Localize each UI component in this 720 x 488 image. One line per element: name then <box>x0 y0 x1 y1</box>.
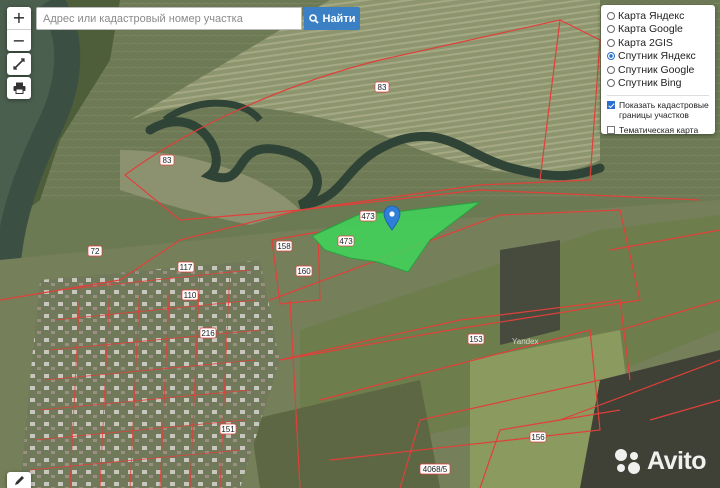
zoom-control: + − <box>7 7 31 51</box>
radio-button[interactable] <box>607 65 615 74</box>
layer-option-label: Карта 2GIS <box>618 36 673 49</box>
zoom-out-button[interactable]: − <box>7 29 31 51</box>
avito-logo: Avito <box>614 447 707 476</box>
layer-option-label: Спутник Яндекс <box>618 50 696 63</box>
village-area <box>20 260 280 488</box>
printer-icon <box>13 82 25 94</box>
avito-logo-text: Avito <box>647 447 707 475</box>
divider <box>607 95 709 96</box>
layer-switcher: Карта Яндекс Карта Google Карта 2GIS Спу… <box>601 5 715 135</box>
layer-option-yandex-map[interactable]: Карта Яндекс <box>607 9 709 23</box>
measure-button[interactable] <box>7 53 31 75</box>
search-button-label: Найти <box>322 12 356 25</box>
radio-button-selected[interactable] <box>607 52 615 61</box>
layer-option-label: Карта Google <box>618 23 683 36</box>
layer-option-google-map[interactable]: Карта Google <box>607 23 709 37</box>
zoom-in-button[interactable]: + <box>7 7 31 29</box>
layer-option-google-satellite[interactable]: Спутник Google <box>607 63 709 77</box>
overlay-option-thematic[interactable]: Тематическая карта <box>607 125 709 135</box>
avito-dots-icon <box>614 448 642 476</box>
layer-option-label: Карта Яндекс <box>618 9 685 22</box>
radio-button[interactable] <box>607 11 615 20</box>
layer-option-bing-satellite[interactable]: Спутник Bing <box>607 77 709 91</box>
pencil-icon <box>15 476 24 485</box>
overlay-option-label: Тематическая карта <box>619 125 699 135</box>
draw-button[interactable] <box>7 472 31 488</box>
radio-button[interactable] <box>607 79 615 88</box>
checkbox[interactable] <box>607 126 615 134</box>
search-bar: Найти <box>36 7 360 30</box>
dark-field <box>500 240 560 345</box>
layer-option-label: Спутник Google <box>618 63 695 76</box>
layer-option-2gis-map[interactable]: Карта 2GIS <box>607 36 709 50</box>
print-button[interactable] <box>7 77 31 99</box>
radio-button[interactable] <box>607 25 615 34</box>
ruler-icon <box>13 58 25 70</box>
checkbox-checked[interactable] <box>607 101 615 109</box>
overlay-option-cadastral[interactable]: Показать кадастровые границы участков <box>607 100 709 120</box>
overlay-option-label: Показать кадастровые границы участков <box>619 100 709 120</box>
layer-option-yandex-satellite[interactable]: Спутник Яндекс <box>607 50 709 64</box>
search-input[interactable] <box>36 7 302 30</box>
search-button[interactable]: Найти <box>304 7 360 30</box>
layer-option-label: Спутник Bing <box>618 77 682 90</box>
search-icon <box>308 13 319 24</box>
radio-button[interactable] <box>607 38 615 47</box>
